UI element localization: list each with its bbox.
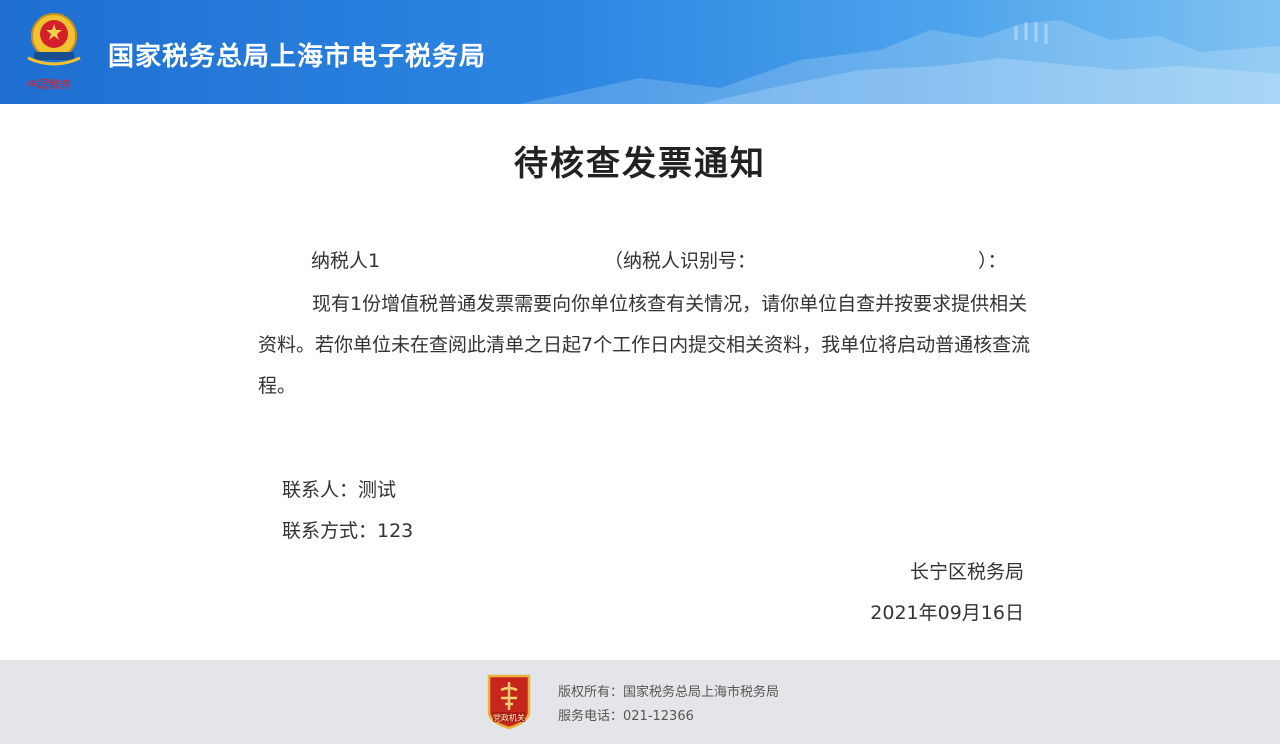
emblem-caption: 中国税务 — [26, 78, 70, 91]
issuing-office: 长宁区税务局 — [909, 561, 1024, 583]
issue-date: 2021年09月16日 — [870, 602, 1024, 624]
taxpayer-id-label: （纳税人识别号： — [604, 250, 757, 272]
site-footer: 党政机关 版权所有：国家税务总局上海市税务局 服务电话：021-12366 — [0, 660, 1280, 744]
site-header: 中国税务 国家税务总局上海市电子税务局 — [0, 0, 1280, 104]
badge-text: 党政机关 — [493, 713, 525, 723]
site-title: 国家税务总局上海市电子税务局 — [108, 42, 487, 72]
taxpayer-name: 纳税人1 — [311, 250, 381, 272]
taxpayer-id-close: ）： — [978, 250, 1007, 272]
contact-method: 联系方式：123 — [282, 520, 414, 542]
page-title: 待核查发票通知 — [514, 144, 766, 184]
service-phone: 服务电话：021-12366 — [558, 709, 694, 724]
tax-emblem-icon — [27, 13, 81, 66]
notice-body: 现有1份增值税普通发票需要向你单位核查有关情况，请你单位自查并按要求提供相关资料… — [258, 293, 1031, 397]
contact-person: 联系人：测试 — [282, 479, 397, 501]
copyright-text: 版权所有：国家税务总局上海市税务局 — [558, 685, 780, 700]
party-government-badge-icon[interactable]: 党政机关 — [485, 672, 533, 730]
